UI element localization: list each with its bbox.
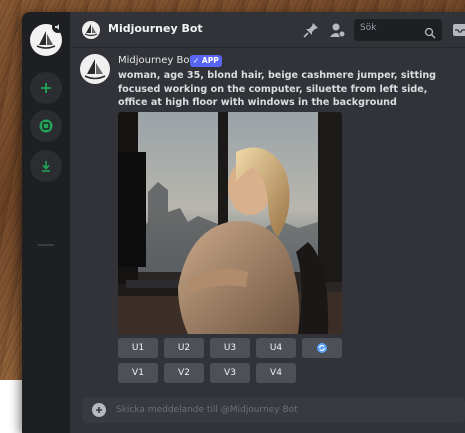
variation-1-button[interactable]: V1: [118, 363, 158, 383]
message-avatar[interactable]: [80, 54, 110, 84]
message-composer: [82, 397, 465, 423]
reroll-button[interactable]: [302, 338, 342, 358]
speaker-icon: [52, 21, 64, 33]
variation-4-button[interactable]: V4: [256, 363, 296, 383]
message-prompt-text: woman, age 35, blond hair, beige cashmer…: [118, 70, 437, 108]
user-icon: [330, 23, 346, 38]
upscale-button-row: U1 U2 U3 U4: [118, 338, 342, 358]
refresh-icon: [317, 343, 327, 353]
woman-at-computer-image: [118, 112, 342, 334]
channel-title: Midjourney Bot: [108, 22, 203, 35]
message-author[interactable]: Midjourney Bot: [118, 55, 193, 66]
pin-icon: [303, 23, 318, 38]
variation-3-button[interactable]: V3: [210, 363, 250, 383]
download-apps-button[interactable]: [30, 150, 62, 182]
page-background: [0, 380, 22, 433]
plus-icon: [96, 407, 102, 413]
add-server-button[interactable]: [30, 72, 62, 104]
bot-avatar: [82, 21, 100, 39]
variation-button-row: V1 V2 V3 V4: [118, 363, 296, 383]
explore-servers-button[interactable]: [30, 110, 62, 142]
compass-icon: [39, 119, 53, 133]
inbox-icon: [453, 24, 465, 36]
download-icon: [42, 161, 50, 172]
message-input[interactable]: [116, 403, 446, 417]
channel-header: Midjourney Bot Sök: [70, 12, 465, 48]
search-icon: [424, 24, 436, 39]
inbox-button[interactable]: [451, 21, 465, 39]
attach-button[interactable]: [92, 403, 106, 417]
plus-icon: [41, 83, 51, 93]
user-profile-button[interactable]: [328, 21, 346, 39]
upscale-2-button[interactable]: U2: [164, 338, 204, 358]
discord-window: Midjourney Bot Sök Midjourney Bot ✓ APP …: [22, 12, 465, 433]
search-placeholder: Sök: [360, 23, 377, 33]
upscale-4-button[interactable]: U4: [256, 338, 296, 358]
sailboat-icon: [84, 24, 98, 37]
upscale-3-button[interactable]: U3: [210, 338, 250, 358]
app-badge: ✓ APP: [190, 55, 222, 67]
search-box[interactable]: Sök: [354, 19, 442, 41]
sailboat-icon: [84, 59, 106, 80]
pinned-messages-button[interactable]: [302, 21, 320, 39]
rail-divider: [38, 244, 54, 246]
upscale-1-button[interactable]: U1: [118, 338, 158, 358]
variation-2-button[interactable]: V2: [164, 363, 204, 383]
generated-image[interactable]: [118, 112, 342, 334]
server-rail: [22, 12, 70, 433]
